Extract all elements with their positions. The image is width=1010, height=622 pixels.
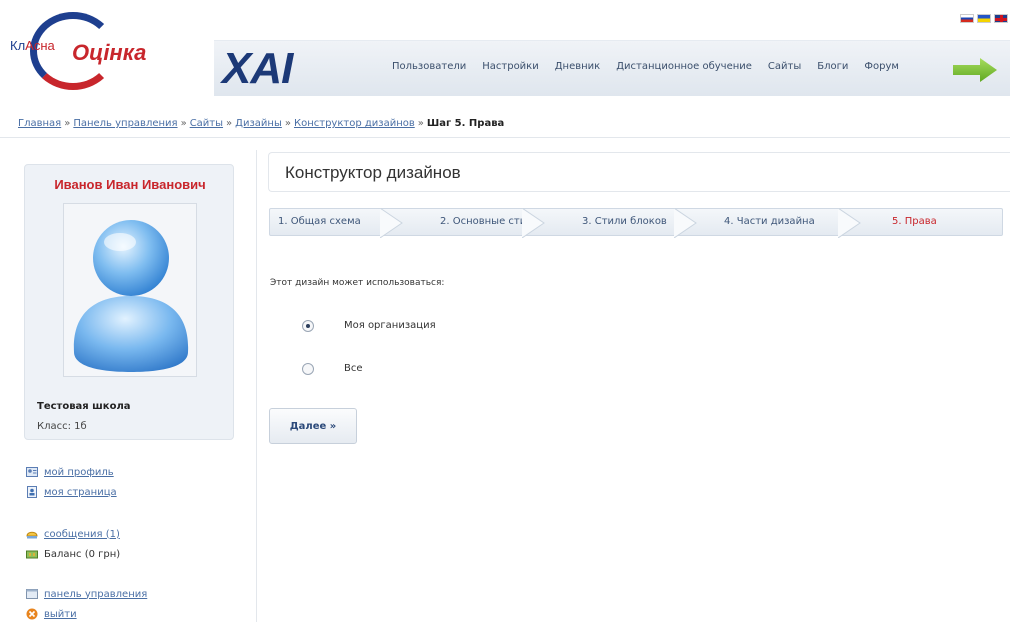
flag-ua-icon[interactable] [977, 14, 991, 23]
option-label: Моя организация [344, 320, 436, 331]
profile-name: Иванов Иван Иванович [54, 177, 206, 192]
nav-settings[interactable]: Настройки [482, 61, 538, 72]
message-icon [26, 531, 38, 539]
radio-my-organization[interactable] [302, 320, 314, 332]
sidebar-item-my-profile[interactable]: мой профиль [26, 466, 114, 478]
breadcrumb-home[interactable]: Главная [18, 118, 61, 129]
language-switcher [960, 14, 1008, 23]
sidebar-item-balance: Баланс (0 грн) [26, 548, 120, 560]
avatar [63, 203, 197, 377]
flag-en-icon[interactable] [994, 14, 1008, 23]
school-name: Тестовая школа [37, 401, 131, 412]
sidebar-item-messages[interactable]: сообщения (1) [26, 528, 120, 540]
step-separator-icon [522, 208, 545, 238]
site-logo[interactable]: КлАсна Оцінка [6, 8, 206, 90]
breadcrumb-control-panel[interactable]: Панель управления [73, 118, 177, 129]
next-button[interactable]: Далее » [269, 408, 357, 444]
option-my-organization[interactable]: Моя организация [302, 320, 436, 332]
breadcrumb-designs[interactable]: Дизайны [235, 118, 282, 129]
nav-blogs[interactable]: Блоги [817, 61, 848, 72]
breadcrumb: Главная» Панель управления» Сайты» Дизайны»… [18, 118, 505, 129]
profile-card: Иванов Иван Иванович Тестовая школа Клас… [24, 164, 234, 440]
nav-users[interactable]: Пользователи [392, 61, 466, 72]
header-banner: XAI Пользователи Настройки Дневник Диста… [214, 40, 1010, 96]
breadcrumb-design-constructor[interactable]: Конструктор дизайнов [294, 118, 415, 129]
money-icon [26, 550, 38, 559]
page-title: Конструктор дизайнов [285, 163, 461, 182]
sidebar-item-my-page[interactable]: моя страница [26, 486, 117, 498]
step-separator-icon [838, 208, 861, 238]
sidebar-item-logout[interactable]: выйти [26, 608, 77, 620]
step-separator-icon [674, 208, 697, 238]
sidebar-divider [256, 150, 257, 622]
step-5[interactable]: 5. Права [892, 216, 937, 227]
radio-all[interactable] [302, 363, 314, 375]
main-nav: Пользователи Настройки Дневник Дистанцио… [392, 61, 899, 72]
step-separator-icon [380, 208, 403, 238]
flag-ru-icon[interactable] [960, 14, 974, 23]
breadcrumb-sites[interactable]: Сайты [190, 118, 223, 129]
header-divider [0, 137, 1010, 138]
sidebar-item-control-panel[interactable]: панель управления [26, 588, 147, 600]
arrow-right-icon[interactable] [952, 57, 998, 83]
brand-logo[interactable]: XAI [222, 45, 293, 93]
control-panel-icon [26, 589, 38, 599]
profile-icon [26, 467, 38, 477]
breadcrumb-current: Шаг 5. Права [426, 118, 505, 129]
step-3[interactable]: 3. Стили блоков [582, 216, 667, 227]
step-4[interactable]: 4. Части дизайна [724, 216, 815, 227]
user-avatar-icon [73, 220, 189, 372]
nav-diary[interactable]: Дневник [555, 61, 600, 72]
logo-main-text: Оцінка [70, 40, 149, 66]
nav-sites[interactable]: Сайты [768, 61, 801, 72]
class-info: Класс: 1б [37, 421, 87, 432]
permission-question: Этот дизайн может использоваться: [270, 278, 445, 288]
step-1[interactable]: 1. Общая схема [278, 216, 361, 227]
wizard-steps: 1. Общая схема 2. Основные стили 3. Стил… [269, 208, 1003, 238]
page: КлАсна Оцінка XAI Пользователи Настройки… [0, 0, 1010, 622]
page-title-box: Конструктор дизайнов [268, 152, 1010, 192]
option-all[interactable]: Все [302, 363, 363, 375]
nav-forum[interactable]: Форум [864, 61, 899, 72]
logo-small-text: КлАсна [10, 38, 55, 53]
logout-icon [26, 608, 38, 620]
page-icon [27, 486, 37, 498]
option-label: Все [344, 363, 363, 374]
nav-distance-learning[interactable]: Дистанционное обучение [616, 61, 752, 72]
